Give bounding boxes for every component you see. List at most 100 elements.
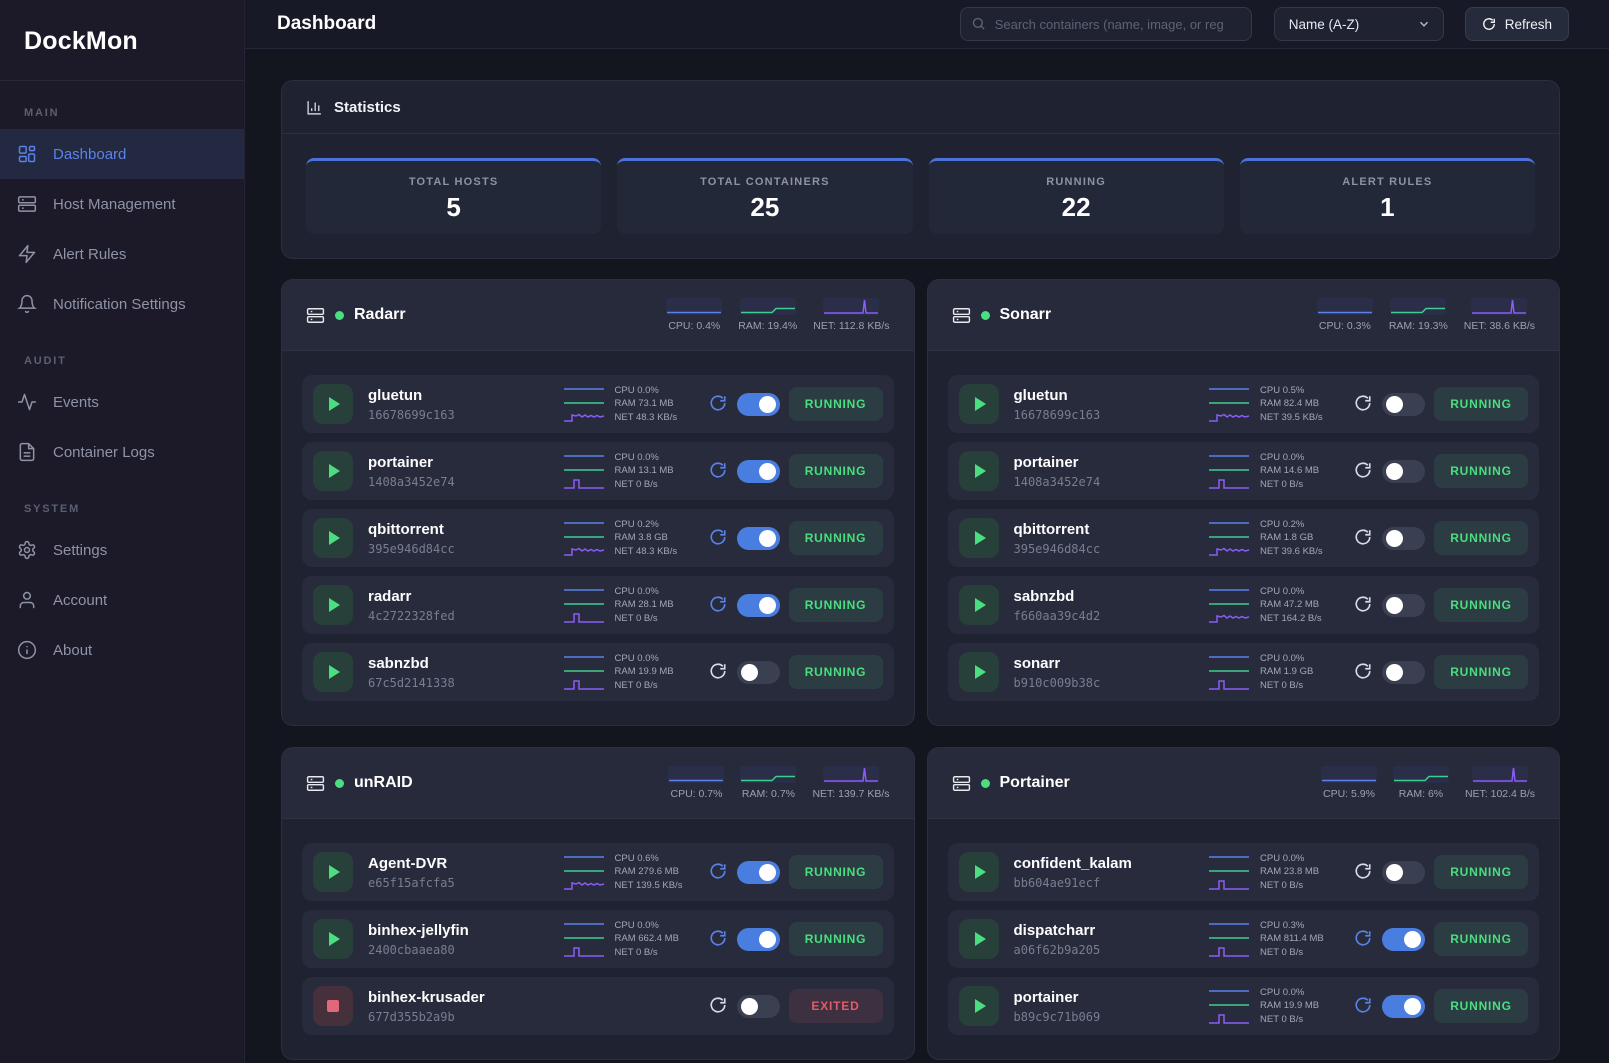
sidebar-item-label: Events: [53, 394, 99, 411]
restart-icon[interactable]: [1353, 595, 1373, 615]
container-sparkline: [562, 383, 606, 425]
restart-icon[interactable]: [1353, 394, 1373, 414]
host-net-metric: NET: 112.8 KB/s: [813, 298, 889, 332]
host-net-label: NET: 102.4 B/s: [1465, 788, 1535, 800]
play-button[interactable]: [959, 384, 999, 424]
restart-icon[interactable]: [708, 996, 728, 1016]
stat-card: TOTAL CONTAINERS 25: [617, 158, 912, 234]
container-name: gluetun: [368, 387, 455, 404]
toggle-knob: [1386, 597, 1403, 614]
container-sparkline: [562, 851, 606, 893]
chevron-down-icon: [1417, 17, 1431, 31]
search-icon: [971, 16, 986, 31]
restart-icon[interactable]: [708, 862, 728, 882]
status-badge: RUNNING: [1434, 387, 1528, 421]
sidebar-item-container-logs[interactable]: Container Logs: [0, 427, 244, 477]
container-id: a06f62b9a205: [1014, 943, 1101, 957]
host-cpu-metric: CPU: 0.4%: [666, 298, 722, 332]
autorestart-toggle[interactable]: [1382, 995, 1425, 1018]
autorestart-toggle[interactable]: [1382, 861, 1425, 884]
container-cpu: CPU 0.0%: [1260, 652, 1344, 666]
container-cpu: CPU 0.3%: [1260, 919, 1344, 933]
refresh-button[interactable]: Refresh: [1465, 7, 1569, 41]
container-net: NET 48.3 KB/s: [615, 411, 699, 425]
autorestart-toggle[interactable]: [1382, 661, 1425, 684]
autorestart-toggle[interactable]: [737, 928, 780, 951]
play-button[interactable]: [959, 652, 999, 692]
status-badge: RUNNING: [789, 387, 883, 421]
sidebar-item-dashboard[interactable]: Dashboard: [0, 129, 244, 179]
restart-icon[interactable]: [708, 595, 728, 615]
sidebar-item-alert-rules[interactable]: Alert Rules: [0, 229, 244, 279]
refresh-icon: [1482, 17, 1496, 31]
sidebar-item-account[interactable]: Account: [0, 575, 244, 625]
restart-icon[interactable]: [708, 528, 728, 548]
host-metrics: CPU: 0.3% RAM: 19.3% NET: 38.6 KB/s: [1317, 298, 1535, 332]
container-id: 67c5d2141338: [368, 676, 455, 690]
play-button[interactable]: [313, 384, 353, 424]
container-net: NET 0 B/s: [615, 946, 699, 960]
container-name: confident_kalam: [1014, 855, 1132, 872]
host-cpu-metric: CPU: 0.7%: [668, 766, 724, 800]
restart-icon[interactable]: [708, 662, 728, 682]
sidebar-item-events[interactable]: Events: [0, 377, 244, 427]
container-row: qbittorrent 395e946d84cc CPU 0.2% RAM 3.…: [302, 509, 894, 567]
container-name: qbittorrent: [368, 521, 455, 538]
restart-icon[interactable]: [1353, 528, 1373, 548]
restart-icon[interactable]: [708, 461, 728, 481]
autorestart-toggle[interactable]: [1382, 594, 1425, 617]
play-button[interactable]: [313, 852, 353, 892]
restart-icon[interactable]: [1353, 662, 1373, 682]
autorestart-toggle[interactable]: [737, 995, 780, 1018]
restart-icon[interactable]: [1353, 996, 1373, 1016]
play-button[interactable]: [959, 451, 999, 491]
play-button[interactable]: [313, 451, 353, 491]
container-stats: CPU 0.0% RAM 19.9 MB NET 0 B/s: [615, 652, 699, 693]
restart-icon[interactable]: [1353, 929, 1373, 949]
container-net: NET 0 B/s: [615, 679, 699, 693]
container-ram: RAM 14.6 MB: [1260, 464, 1344, 478]
autorestart-toggle[interactable]: [737, 594, 780, 617]
container-ram: RAM 1.8 GB: [1260, 531, 1344, 545]
play-button[interactable]: [313, 652, 353, 692]
container-sparkline: [1207, 651, 1251, 693]
autorestart-toggle[interactable]: [1382, 527, 1425, 550]
bar-chart-icon: [306, 99, 323, 116]
container-cpu: CPU 0.0%: [1260, 451, 1344, 465]
stop-button[interactable]: [313, 986, 353, 1026]
autorestart-toggle[interactable]: [1382, 393, 1425, 416]
sort-select[interactable]: Name (A-Z): [1274, 7, 1444, 41]
sidebar-item-about[interactable]: About: [0, 625, 244, 675]
restart-icon[interactable]: [708, 929, 728, 949]
autorestart-toggle[interactable]: [1382, 928, 1425, 951]
play-button[interactable]: [959, 585, 999, 625]
restart-icon[interactable]: [708, 394, 728, 414]
container-row: gluetun 16678699c163 CPU 0.5% RAM 82.4 M…: [948, 375, 1540, 433]
autorestart-toggle[interactable]: [737, 393, 780, 416]
autorestart-toggle[interactable]: [1382, 460, 1425, 483]
restart-icon[interactable]: [1353, 862, 1373, 882]
play-button[interactable]: [313, 585, 353, 625]
toggle-knob: [1386, 664, 1403, 681]
search-input[interactable]: [960, 7, 1252, 41]
play-button[interactable]: [959, 852, 999, 892]
autorestart-toggle[interactable]: [737, 527, 780, 550]
cpu-sparkline: [1321, 766, 1377, 783]
container-row: radarr 4c2722328fed CPU 0.0% RAM 28.1 MB…: [302, 576, 894, 634]
sidebar-item-host-management[interactable]: Host Management: [0, 179, 244, 229]
host-card-portainer: Portainer CPU: 5.9% RAM: 6% NET: 102.4 B…: [927, 747, 1561, 1060]
server-icon: [952, 306, 971, 325]
sidebar-section-label: AUDIT: [24, 355, 220, 367]
autorestart-toggle[interactable]: [737, 661, 780, 684]
sidebar-item-notification-settings[interactable]: Notification Settings: [0, 279, 244, 329]
sidebar-item-settings[interactable]: Settings: [0, 525, 244, 575]
autorestart-toggle[interactable]: [737, 861, 780, 884]
sidebar-item-label: Container Logs: [53, 444, 155, 461]
play-button[interactable]: [313, 919, 353, 959]
play-button[interactable]: [959, 986, 999, 1026]
restart-icon[interactable]: [1353, 461, 1373, 481]
play-button[interactable]: [959, 518, 999, 558]
autorestart-toggle[interactable]: [737, 460, 780, 483]
play-button[interactable]: [959, 919, 999, 959]
play-button[interactable]: [313, 518, 353, 558]
